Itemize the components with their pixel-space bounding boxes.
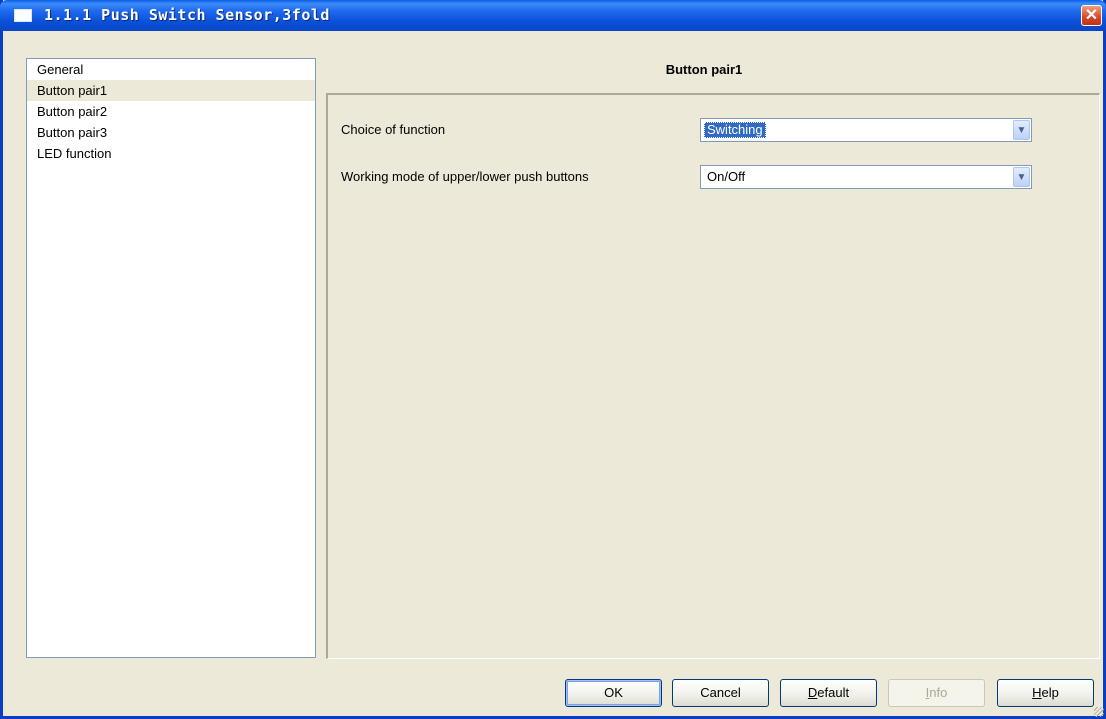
nav-item-button-pair3[interactable]: Button pair3 — [27, 122, 315, 143]
parameter-tree[interactable]: General Button pair1 Button pair2 Button… — [26, 58, 316, 658]
choice-of-function-value: Switching — [704, 122, 766, 138]
nav-item-button-pair1[interactable]: Button pair1 — [27, 80, 315, 101]
close-button[interactable]: ✕ — [1081, 5, 1102, 26]
parameter-panel: Choice of function Switching ▼ Working m… — [326, 93, 1100, 659]
help-mnemonic: H — [1032, 685, 1042, 700]
working-mode-value: On/Off — [707, 169, 746, 184]
window-icon — [14, 9, 32, 22]
default-label-rest: efault — [817, 685, 850, 700]
cancel-button[interactable]: Cancel — [672, 679, 769, 707]
default-button[interactable]: Default — [780, 679, 877, 707]
close-icon: ✕ — [1084, 7, 1099, 24]
help-label-rest: elp — [1041, 685, 1059, 700]
working-mode-label: Working mode of upper/lower push buttons — [341, 169, 589, 184]
window-title: 1.1.1 Push Switch Sensor,3fold — [44, 6, 330, 24]
info-label-rest: nfo — [929, 685, 948, 700]
chevron-down-icon[interactable]: ▼ — [1013, 120, 1030, 140]
choice-of-function-label: Choice of function — [341, 122, 446, 137]
resize-grip-icon[interactable] — [1094, 707, 1104, 717]
info-button: Info — [888, 679, 985, 707]
chevron-down-icon[interactable]: ▼ — [1013, 167, 1030, 187]
default-mnemonic: D — [807, 685, 818, 700]
help-button[interactable]: Help — [997, 679, 1094, 707]
working-mode-select[interactable]: On/Off ▼ — [700, 165, 1032, 189]
title-bar[interactable]: 1.1.1 Push Switch Sensor,3fold ✕ — [0, 0, 1106, 31]
ok-button[interactable]: OK — [565, 679, 662, 707]
nav-item-led-function[interactable]: LED function — [27, 143, 315, 164]
panel-title: Button pair1 — [665, 62, 743, 77]
choice-of-function-select[interactable]: Switching ▼ — [700, 118, 1032, 142]
nav-item-button-pair2[interactable]: Button pair2 — [27, 101, 315, 122]
nav-item-general[interactable]: General — [27, 59, 315, 80]
